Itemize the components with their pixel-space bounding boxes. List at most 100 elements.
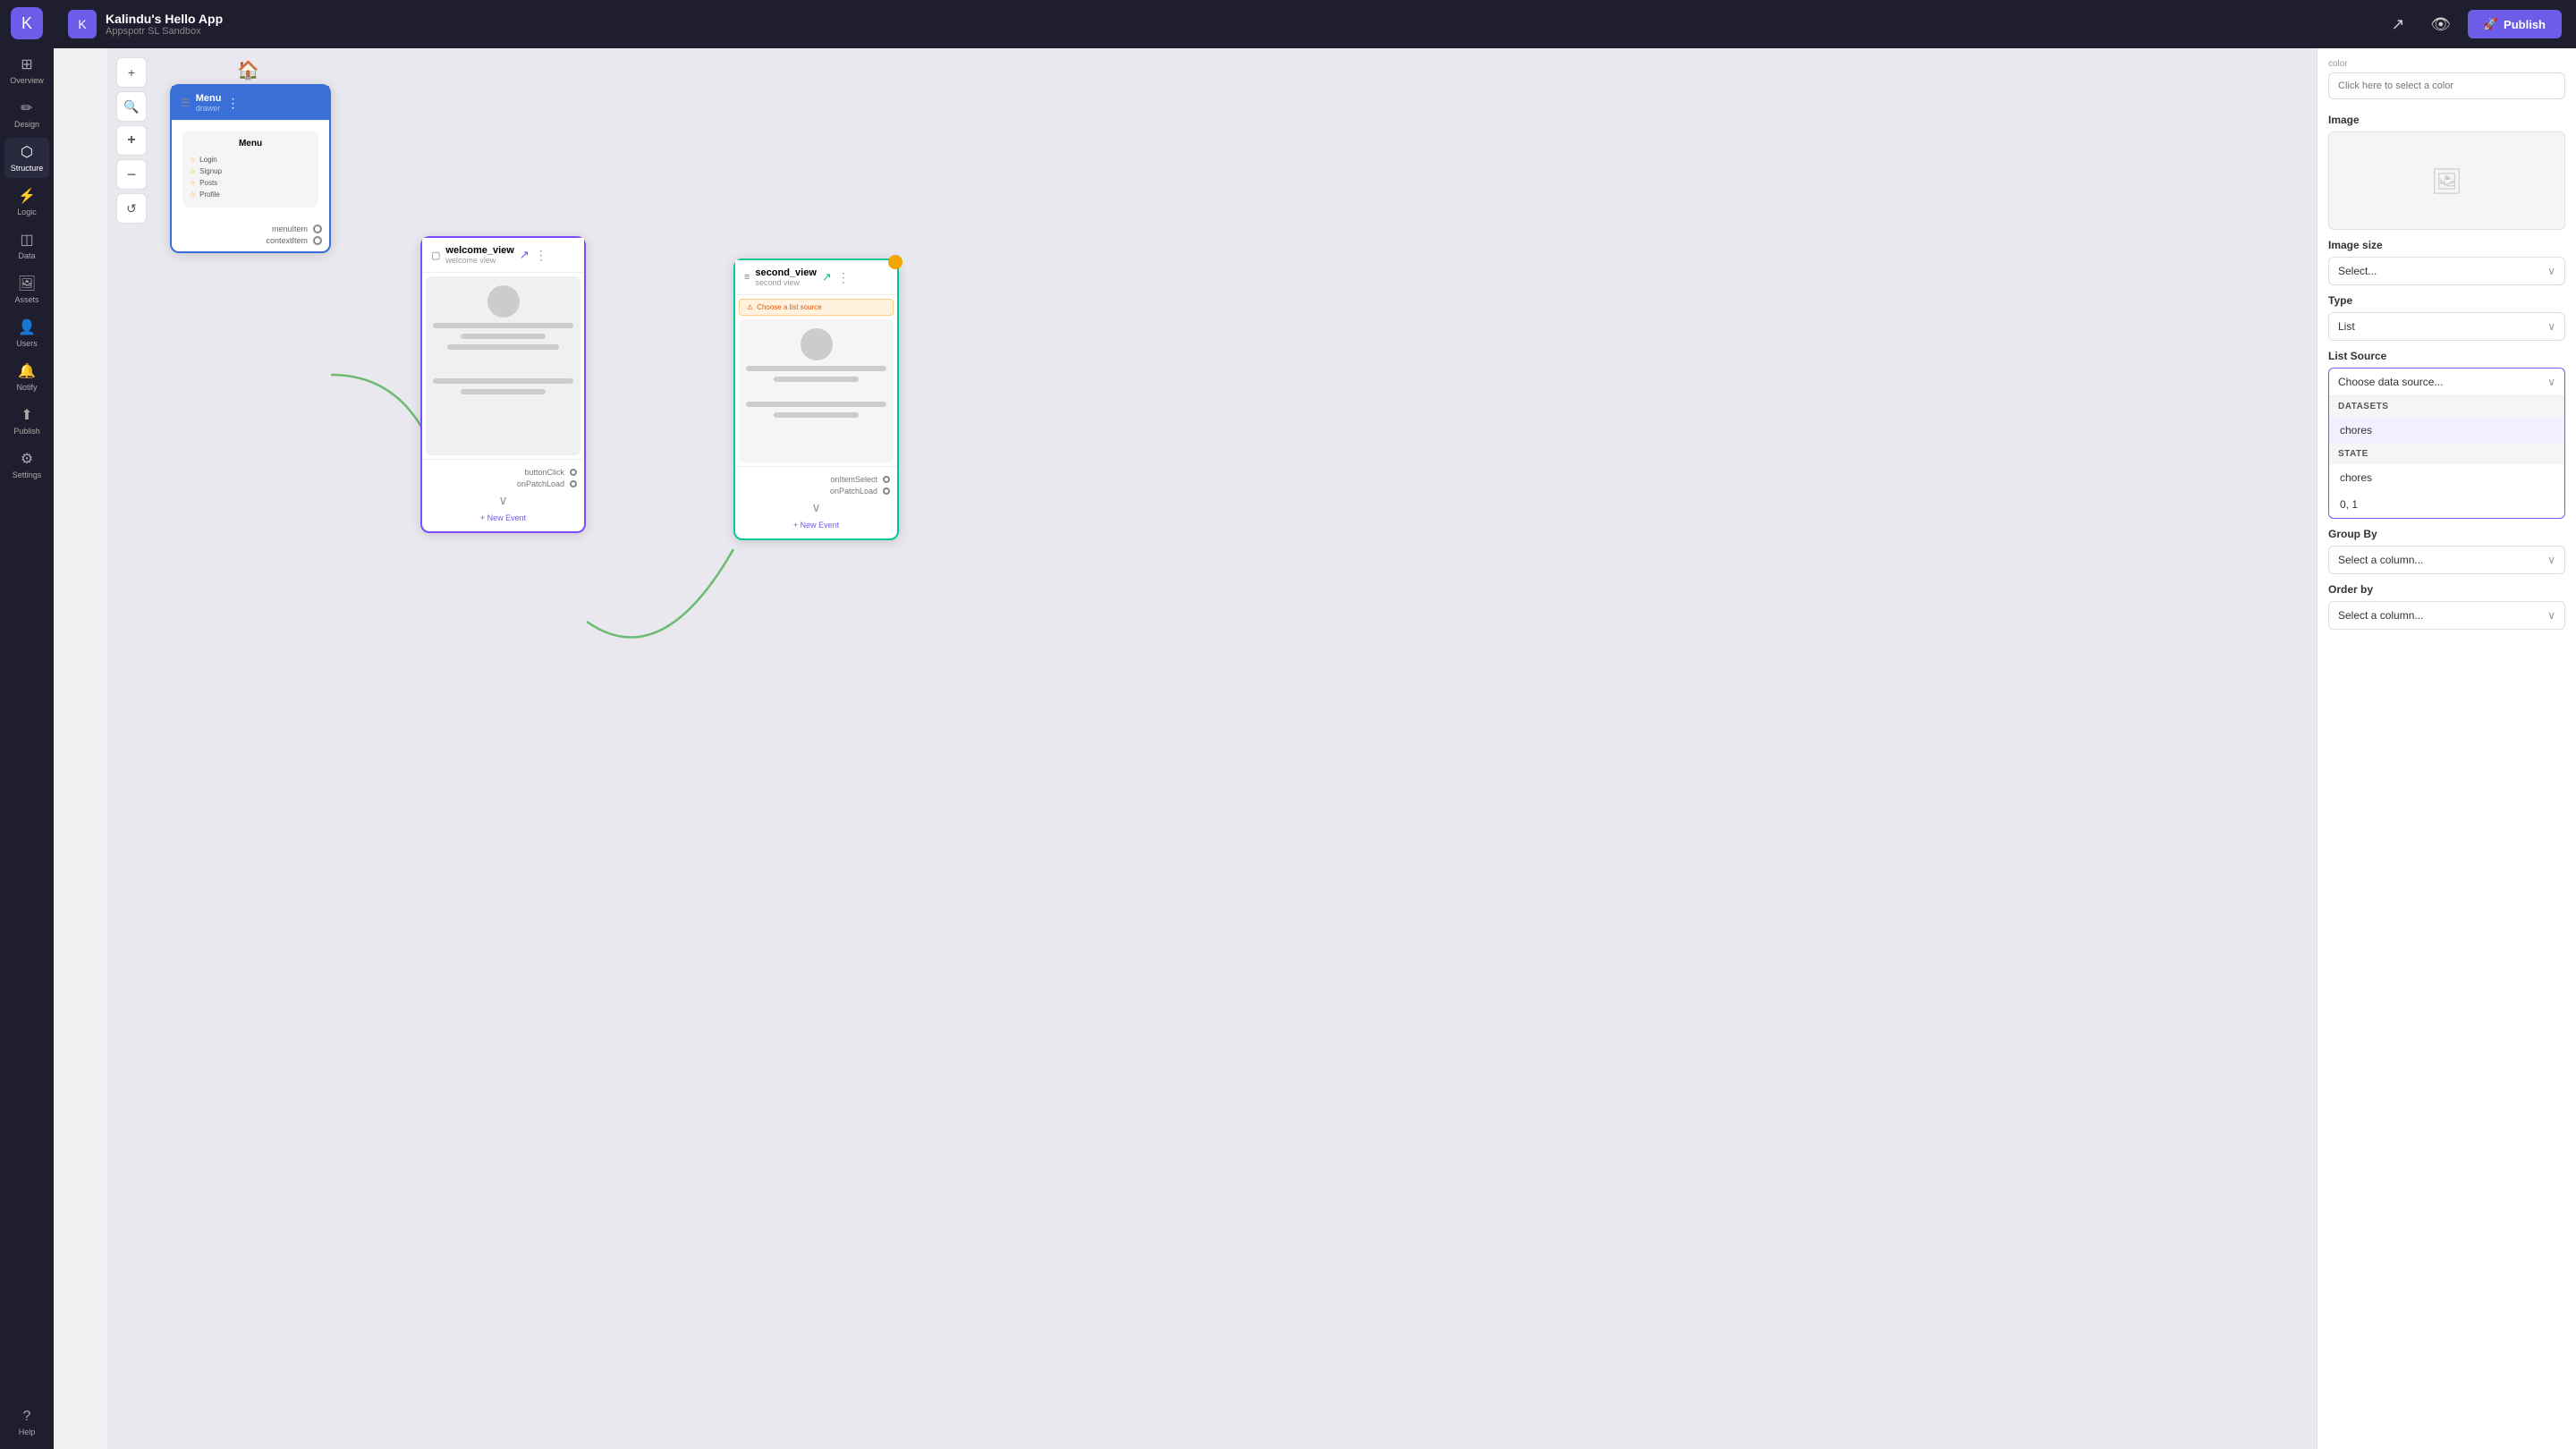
zoom-in-button[interactable]: + xyxy=(116,125,147,156)
group-by-dropdown[interactable]: Select a column... ∨ xyxy=(2328,546,2565,574)
order-by-dropdown[interactable]: Select a column... ∨ xyxy=(2328,601,2565,630)
second-screen-header: ≡ second_view second view ↗ ⋮ xyxy=(735,260,897,295)
app-logo: K xyxy=(68,10,97,38)
refresh-button[interactable]: ↺ xyxy=(116,193,147,224)
mini-toolbar: + 🔍 + − ↺ xyxy=(116,57,147,224)
list-source-dropdown-open: Choose data source... ∨ DATASETS chores … xyxy=(2328,368,2565,519)
on-patch-load-conn-point[interactable] xyxy=(570,480,577,487)
second-expand-button[interactable]: ↗ xyxy=(822,270,832,284)
notify-icon: 🔔 xyxy=(18,362,36,380)
datasets-header: DATASETS xyxy=(2329,396,2564,417)
second-new-event-button[interactable]: + New Event xyxy=(742,517,890,533)
button-click-conn-point[interactable] xyxy=(570,469,577,476)
menu-item-conn-point[interactable] xyxy=(313,225,322,233)
settings-icon: ⚙ xyxy=(21,450,33,468)
image-label: Image xyxy=(2328,114,2565,126)
second-patch-load-conn-point[interactable] xyxy=(883,487,890,495)
dataset-chores-option[interactable]: chores xyxy=(2329,417,2564,444)
image-size-label: Image size xyxy=(2328,239,2565,251)
group-by-label: Group By xyxy=(2328,528,2565,540)
search-canvas-button[interactable]: 🔍 xyxy=(116,91,147,122)
sidebar-item-users[interactable]: 👤 Users xyxy=(4,313,49,353)
image-size-chevron: ∨ xyxy=(2547,265,2555,277)
menu-phone-preview: Menu ☆ Login ☆ Signup ☆ Posts ☆ Profile xyxy=(182,131,318,208)
list-source-chevron: ∨ xyxy=(2547,376,2555,388)
logic-icon: ⚡ xyxy=(18,187,36,205)
users-icon: 👤 xyxy=(18,318,36,336)
welcome-events: buttonClick onPatchLoad ∨ + New Event xyxy=(422,459,584,531)
design-icon: ✏ xyxy=(21,99,32,117)
list-source-input[interactable]: Choose data source... ∨ xyxy=(2329,369,2564,396)
welcome-new-event-button[interactable]: + New Event xyxy=(429,510,577,526)
image-size-dropdown[interactable]: Select... ∨ xyxy=(2328,257,2565,285)
sidebar-item-logic[interactable]: ⚡ Logic xyxy=(4,182,49,222)
publish-sidebar-icon: ⬆ xyxy=(21,406,32,424)
sidebar: K ⊞ Overview ✏ Design ⬡ Structure ⚡ Logi… xyxy=(0,0,54,1449)
menu-item-login: ☆ Login xyxy=(190,154,311,165)
type-dropdown[interactable]: List ∨ xyxy=(2328,312,2565,341)
color-input[interactable] xyxy=(2328,72,2565,99)
overview-icon: ⊞ xyxy=(21,55,32,73)
second-type-icon: ≡ xyxy=(744,272,750,283)
sidebar-home-icon[interactable]: K xyxy=(11,7,43,39)
canvas[interactable]: 🏠 + 🔍 + − ↺ ☰ Menu drawer ⋮ Menu xyxy=(107,48,2317,1449)
sidebar-item-settings[interactable]: ⚙ Settings xyxy=(4,445,49,485)
menu-connection-row-1: menuItem xyxy=(179,225,322,233)
welcome-screen-card: ▢ welcome_view welcome view ↗ ⋮ butt xyxy=(420,236,586,533)
welcome-event-onpatchload: onPatchLoad xyxy=(429,479,577,488)
app-title: Kalindu's Hello App Appspotr SL Sandbox xyxy=(106,12,223,37)
sidebar-item-structure[interactable]: ⬡ Structure xyxy=(4,138,49,178)
list-warning-banner: ⚠ Choose a list source xyxy=(739,299,894,316)
state-header: STATE xyxy=(2329,444,2564,464)
state-chores-option[interactable]: chores xyxy=(2329,464,2564,491)
publish-button[interactable]: 🚀 Publish xyxy=(2468,10,2562,38)
group-by-chevron: ∨ xyxy=(2547,554,2555,566)
second-event-onitemselect: onItemSelect xyxy=(742,475,890,484)
sidebar-item-design[interactable]: ✏ Design xyxy=(4,94,49,134)
welcome-event-buttonclick: buttonClick xyxy=(429,468,577,477)
welcome-more-button[interactable]: ⋮ xyxy=(535,248,547,263)
sidebar-item-notify[interactable]: 🔔 Notify xyxy=(4,357,49,397)
type-label: Type xyxy=(2328,294,2565,307)
zoom-out-button[interactable]: − xyxy=(116,159,147,190)
context-item-conn-point[interactable] xyxy=(313,236,322,245)
share-button[interactable]: ↗ xyxy=(2382,8,2414,40)
sidebar-item-data[interactable]: ◫ Data xyxy=(4,225,49,266)
menu-item-posts: ☆ Posts xyxy=(190,177,311,189)
welcome-expand-button[interactable]: ↗ xyxy=(520,248,530,262)
menu-screen-card: ☰ Menu drawer ⋮ Menu ☆ Login ☆ Signup xyxy=(170,84,331,253)
add-screen-button[interactable]: + xyxy=(116,57,147,88)
menu-type-icon: ☰ xyxy=(181,97,191,109)
right-panel: Color Image 🖼 Image size Select... ∨ Typ… xyxy=(2317,48,2576,1449)
menu-connection-row-2: contextItem xyxy=(179,236,322,245)
sidebar-item-help[interactable]: ? Help xyxy=(4,1403,49,1442)
menu-screen-header: ☰ Menu drawer ⋮ xyxy=(172,86,329,121)
sidebar-item-assets[interactable]: 🖼 Assets xyxy=(4,269,49,309)
topbar-actions: ↗ 👁 🚀 Publish xyxy=(2382,8,2562,40)
publish-icon: 🚀 xyxy=(2484,17,2498,31)
on-item-select-conn-point[interactable] xyxy=(883,476,890,483)
menu-screen-body: Menu ☆ Login ☆ Signup ☆ Posts ☆ Profile xyxy=(172,121,329,218)
topbar: K Kalindu's Hello App Appspotr SL Sandbo… xyxy=(54,0,2576,48)
color-section-label: Color xyxy=(2328,59,2565,69)
second-screen-dot xyxy=(888,255,902,269)
second-more-button[interactable]: ⋮ xyxy=(837,270,850,285)
sidebar-item-publish[interactable]: ⬆ Publish xyxy=(4,401,49,441)
help-icon: ? xyxy=(23,1409,31,1425)
welcome-expand-events-button[interactable]: ∨ xyxy=(429,491,577,510)
second-screen-card: ≡ second_view second view ↗ ⋮ ⚠ Choose a… xyxy=(733,258,899,540)
image-placeholder-icon: 🖼 xyxy=(2431,166,2463,196)
main-area: 🏠 + 🔍 + − ↺ ☰ Menu drawer ⋮ Menu xyxy=(107,48,2576,1449)
menu-more-button[interactable]: ⋮ xyxy=(227,96,240,111)
menu-item-profile: ☆ Profile xyxy=(190,189,311,200)
image-placeholder: 🖼 xyxy=(2328,131,2565,230)
warning-icon: ⚠ xyxy=(747,303,753,311)
second-list-preview xyxy=(739,319,894,462)
second-expand-events-button[interactable]: ∨ xyxy=(742,498,890,517)
preview-button[interactable]: 👁 xyxy=(2425,8,2457,40)
order-by-chevron: ∨ xyxy=(2547,609,2555,622)
list-source-label: List Source xyxy=(2328,350,2565,362)
state-partial-option[interactable]: 0, 1 xyxy=(2329,491,2564,518)
type-chevron: ∨ xyxy=(2547,320,2555,333)
sidebar-item-overview[interactable]: ⊞ Overview xyxy=(4,50,49,90)
